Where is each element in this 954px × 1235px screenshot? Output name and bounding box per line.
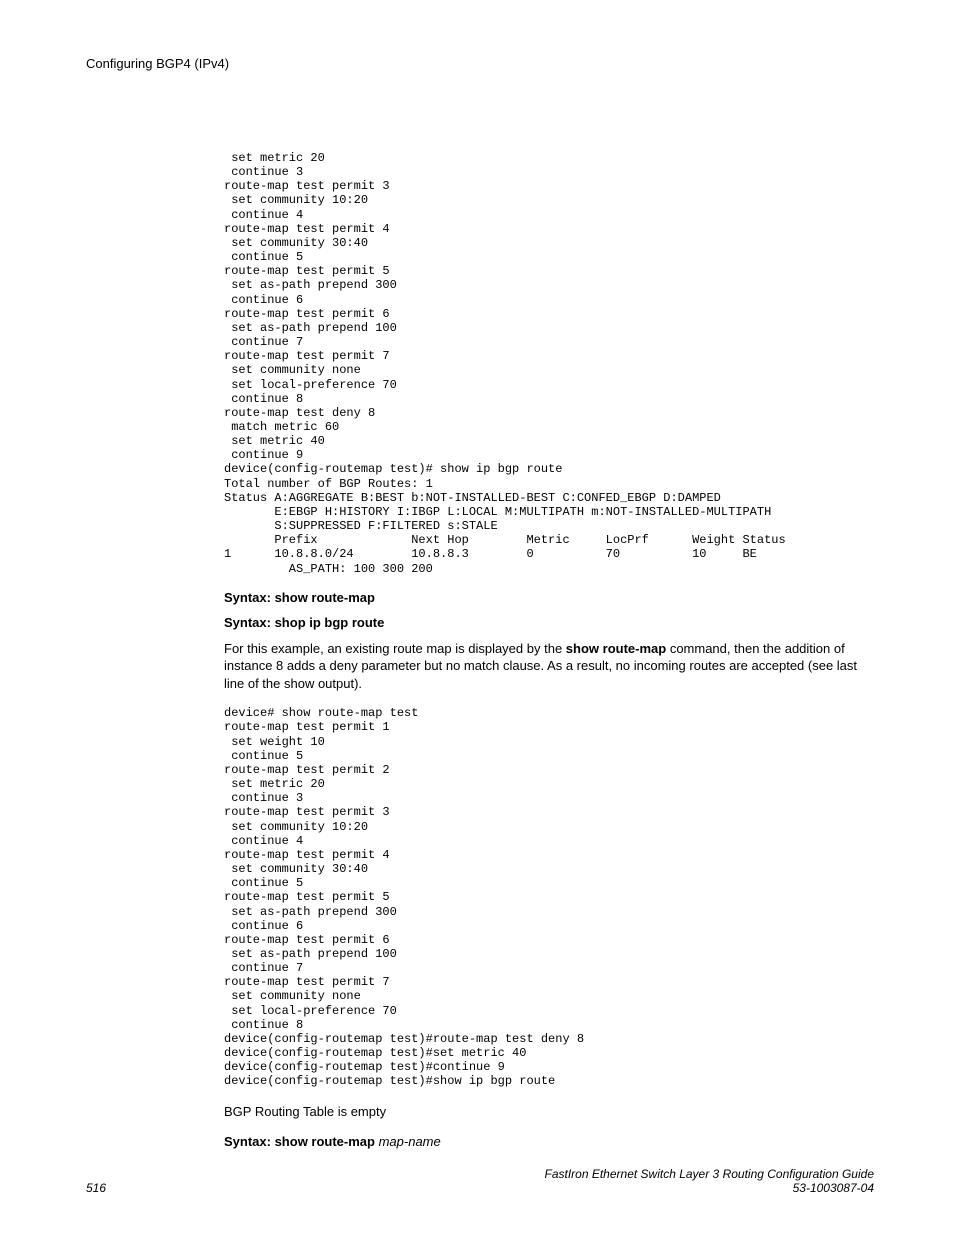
main-content: set metric 20 continue 3 route-map test … [224,151,874,1149]
paragraph-2: BGP Routing Table is empty [224,1103,874,1121]
para-bold: show route-map [566,641,666,656]
running-head: Configuring BGP4 (IPv4) [86,56,874,71]
syntax-command: show route-map [275,590,375,605]
syntax-command: shop ip bgp route [275,615,385,630]
syntax-command: show route-map [275,1134,375,1149]
syntax-label: Syntax: [224,590,275,605]
para-text: For this example, an existing route map … [224,641,566,656]
footer-doc-title: FastIron Ethernet Switch Layer 3 Routing… [544,1167,874,1181]
syntax-line-1: Syntax: show route-map [224,590,874,605]
page-footer: 516 FastIron Ethernet Switch Layer 3 Rou… [86,1167,874,1195]
footer-doc-id: 53-1003087-04 [544,1181,874,1195]
syntax-label: Syntax: [224,615,275,630]
code-block-2: device# show route-map test route-map te… [224,706,874,1088]
syntax-label: Syntax: [224,1134,275,1149]
page-number: 516 [86,1181,106,1195]
syntax-line-3: Syntax: show route-map map-name [224,1134,874,1149]
syntax-arg: map-name [375,1134,441,1149]
code-block-1: set metric 20 continue 3 route-map test … [224,151,874,576]
paragraph-1: For this example, an existing route map … [224,640,874,693]
syntax-line-2: Syntax: shop ip bgp route [224,615,874,630]
